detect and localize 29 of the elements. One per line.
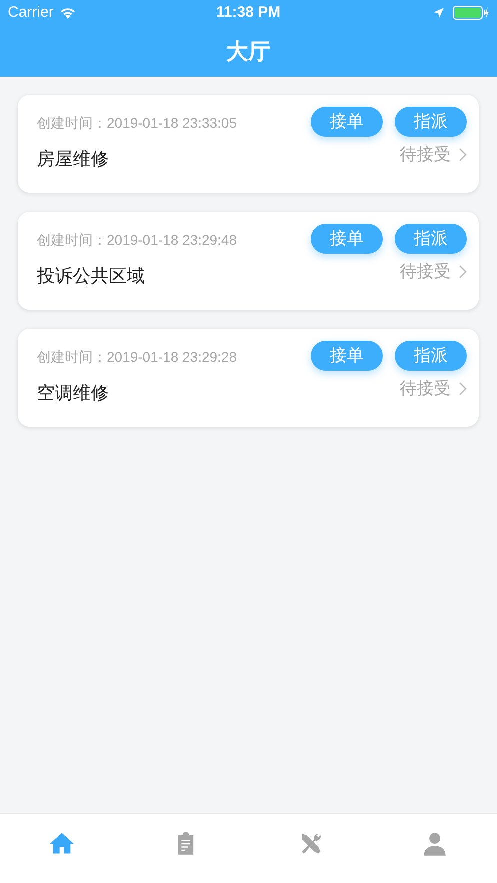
clock-time: 11:38 PM	[216, 2, 281, 23]
carrier-label: Carrier	[8, 2, 54, 23]
created-time: 创建时间：2019-01-18 23:29:28	[37, 348, 237, 367]
status-label: 待接受	[400, 378, 451, 400]
created-time: 创建时间：2019-01-18 23:33:05	[37, 114, 237, 133]
battery-icon	[453, 6, 489, 20]
order-card[interactable]: 创建时间：2019-01-18 23:29:48 投诉公共区域 接单 指派 待接受	[18, 212, 479, 310]
page-title: 大厅	[226, 38, 270, 66]
accept-button[interactable]: 接单	[311, 224, 383, 254]
user-icon	[422, 830, 448, 856]
accept-button[interactable]: 接单	[311, 341, 383, 371]
assign-button[interactable]: 指派	[395, 224, 467, 254]
assign-button[interactable]: 指派	[395, 107, 467, 137]
assign-button[interactable]: 指派	[395, 341, 467, 371]
home-icon	[49, 830, 76, 856]
order-card[interactable]: 创建时间：2019-01-18 23:33:05 房屋维修 接单 指派 待接受	[18, 95, 479, 193]
chevron-right-icon	[459, 382, 467, 396]
chevron-right-icon	[459, 264, 467, 279]
order-title: 房屋维修	[37, 148, 110, 171]
wifi-icon	[60, 7, 76, 19]
location-arrow-icon	[433, 7, 445, 19]
accept-button[interactable]: 接单	[311, 107, 383, 137]
status-label: 待接受	[400, 261, 451, 283]
created-time: 创建时间：2019-01-18 23:29:48	[37, 231, 237, 250]
chevron-right-icon	[459, 148, 467, 162]
order-title: 投诉公共区域	[37, 265, 146, 288]
status-label: 待接受	[400, 144, 451, 166]
order-card[interactable]: 创建时间：2019-01-18 23:29:28 空调维修 接单 指派 待接受	[18, 329, 479, 427]
order-title: 空调维修	[37, 382, 110, 405]
